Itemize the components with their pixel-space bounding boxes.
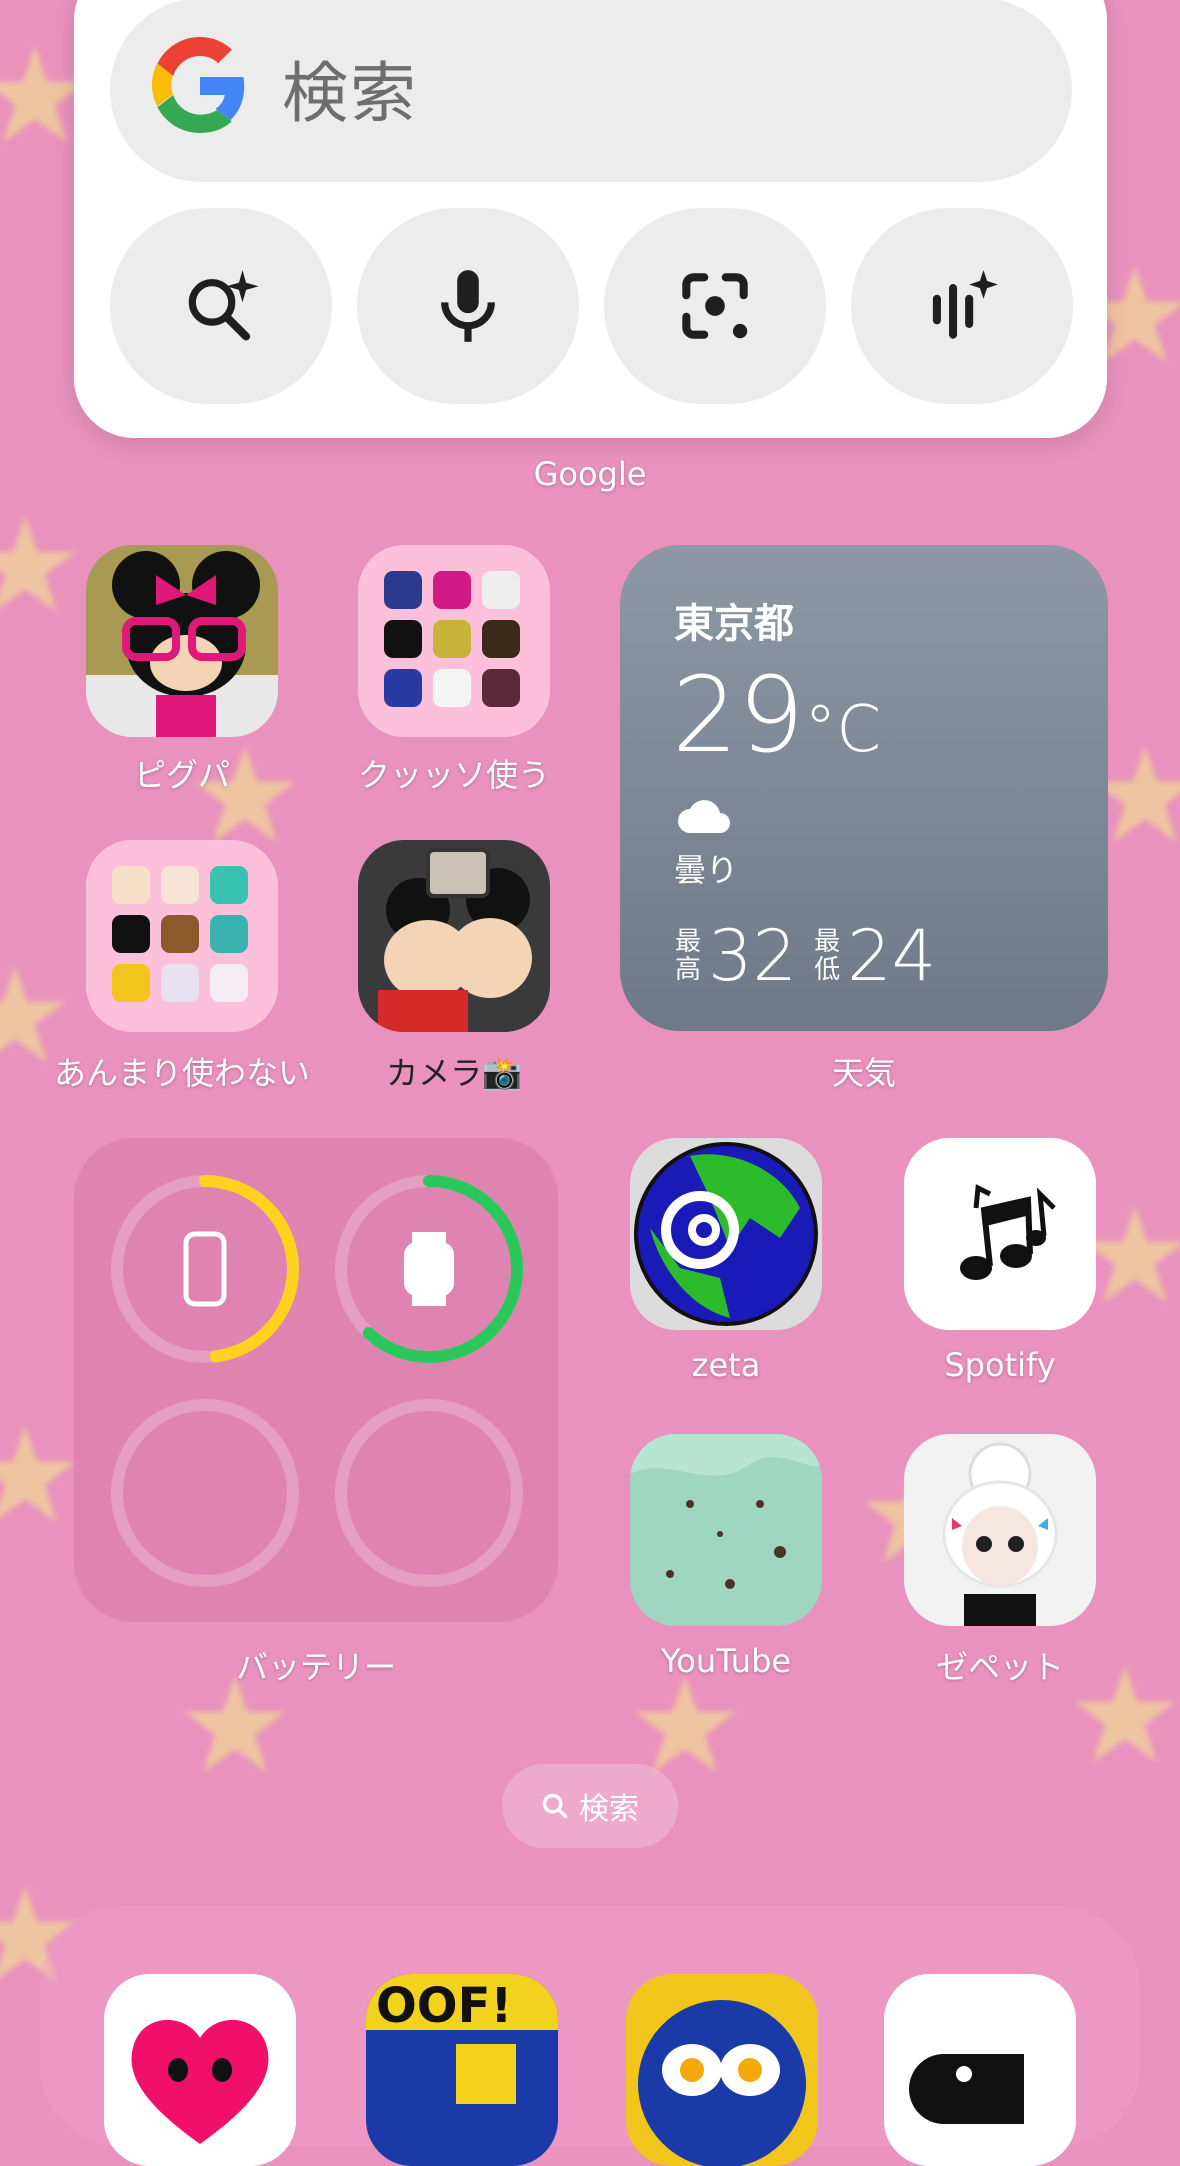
app-pigupa[interactable] xyxy=(86,545,278,737)
app-zepeto-label: ゼペット xyxy=(935,1648,1064,1686)
folder-app-icon xyxy=(384,571,422,609)
ai-search-button[interactable] xyxy=(110,208,332,404)
google-widget-label: Google xyxy=(533,455,647,493)
star-decoration xyxy=(0,510,80,620)
google-logo-icon xyxy=(152,37,245,133)
youtube-app-icon xyxy=(630,1434,822,1626)
folder-app-icon xyxy=(210,915,248,953)
folder-app-icon xyxy=(210,866,248,904)
app-camera-label: カメラ📸 xyxy=(386,1054,522,1092)
app-youtube-label: YouTube xyxy=(660,1642,792,1680)
high-label: 最高 xyxy=(674,927,701,985)
home-search-label: 検索 xyxy=(579,1792,639,1827)
heart-icon xyxy=(104,1974,296,2166)
zeta-app-icon xyxy=(630,1138,822,1330)
app-spotify[interactable] xyxy=(904,1138,1096,1330)
oof-app-icon: OOF! xyxy=(366,1974,558,2166)
weather-condition: 曇り xyxy=(674,851,739,889)
folder-app-icon xyxy=(433,571,471,609)
pigupa-app-icon xyxy=(86,545,278,737)
google-search-bar[interactable] xyxy=(110,0,1072,182)
weather-high-low: 最高 32 最低 24 xyxy=(674,915,952,997)
app-zepeto[interactable] xyxy=(904,1434,1096,1626)
app-zeta[interactable] xyxy=(630,1138,822,1330)
zepeto-app-icon xyxy=(904,1434,1096,1626)
folder-app-icon xyxy=(161,866,199,904)
folder-app-icon xyxy=(161,915,199,953)
phone-battery-ring xyxy=(108,1172,302,1366)
folder-app-icon xyxy=(482,620,520,658)
svg-text:OOF!: OOF! xyxy=(376,1978,512,2034)
weather-low: 24 xyxy=(847,915,937,997)
eggs-app-icon xyxy=(626,1974,818,2166)
app-zeta-label: zeta xyxy=(691,1346,761,1384)
sound-search-button[interactable] xyxy=(851,208,1073,404)
folder-app-icon xyxy=(433,669,471,707)
sound-search-icon xyxy=(932,270,998,339)
empty-battery-ring xyxy=(332,1396,526,1590)
mic-icon xyxy=(441,270,495,342)
folder-app-icon xyxy=(112,964,150,1002)
dock-app-bullet[interactable] xyxy=(884,1974,1076,2166)
battery-widget[interactable] xyxy=(74,1138,558,1622)
battery-widget-label: バッテリー xyxy=(235,1648,396,1686)
lens-button[interactable] xyxy=(604,208,826,404)
cloud-icon xyxy=(678,800,730,833)
weather-widget[interactable]: 東京都 29°C 曇り 最高 32 最低 24 xyxy=(620,545,1108,1031)
dock-app-heart[interactable] xyxy=(104,1974,296,2166)
app-pigupa-label: ピグパ xyxy=(133,756,230,794)
folder-often-used-label: クッッソ使う xyxy=(357,756,550,794)
folder-app-icon xyxy=(384,620,422,658)
weather-temperature: 29°C xyxy=(672,654,882,776)
lens-camera-icon xyxy=(682,273,748,339)
dock-app-eggs[interactable] xyxy=(626,1974,818,2166)
folder-app-icon xyxy=(112,915,150,953)
camera-app-icon xyxy=(358,840,550,1032)
home-search-button[interactable]: 検索 xyxy=(502,1764,678,1848)
dock-app-oof[interactable]: OOF! xyxy=(366,1974,558,2166)
folder-app-icon xyxy=(482,669,520,707)
search-icon xyxy=(542,1793,568,1819)
star-decoration xyxy=(630,1670,740,1780)
weather-high: 32 xyxy=(708,915,798,997)
voice-search-button[interactable] xyxy=(357,208,579,404)
folder-app-icon xyxy=(210,964,248,1002)
folder-app-icon xyxy=(161,964,199,1002)
weather-city: 東京都 xyxy=(674,601,794,647)
music-note-icon xyxy=(904,1138,1096,1330)
watch-battery-ring xyxy=(332,1172,526,1366)
app-spotify-label: Spotify xyxy=(944,1346,1056,1384)
folder-app-icon xyxy=(112,866,150,904)
folder-app-icon xyxy=(384,669,422,707)
folder-often-used[interactable] xyxy=(358,545,550,737)
folder-app-icon xyxy=(482,571,520,609)
ai-search-icon xyxy=(188,270,259,341)
folder-rarely-used-label: あんまり使わない xyxy=(53,1054,310,1092)
low-label: 最低 xyxy=(814,927,841,985)
weather-widget-label: 天気 xyxy=(831,1054,896,1092)
app-camera[interactable] xyxy=(358,840,550,1032)
app-youtube[interactable] xyxy=(630,1434,822,1626)
google-search-placeholder: 検索 xyxy=(282,55,418,132)
google-search-widget[interactable]: 検索 xyxy=(74,0,1107,438)
folder-rarely-used[interactable] xyxy=(86,840,278,1032)
empty-battery-ring xyxy=(108,1396,302,1590)
bullet-app-icon xyxy=(884,1974,1076,2166)
star-decoration xyxy=(0,1420,80,1530)
folder-app-icon xyxy=(433,620,471,658)
